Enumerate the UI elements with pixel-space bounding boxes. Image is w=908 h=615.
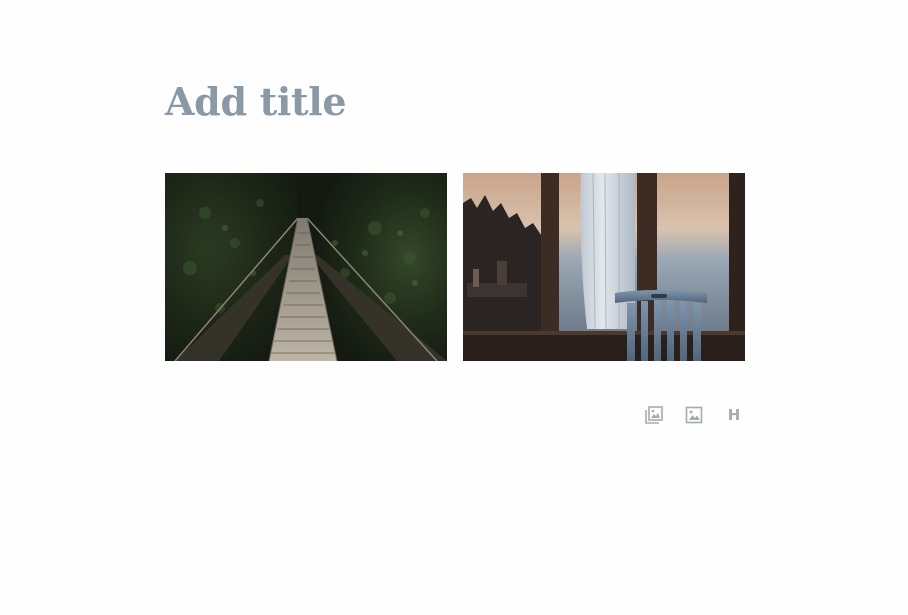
bridge-photo xyxy=(165,173,447,361)
gallery-icon xyxy=(645,406,663,424)
editor-canvas: Add title H xyxy=(0,0,908,615)
post-title-placeholder[interactable]: Add title xyxy=(165,78,347,126)
gallery-image-window[interactable] xyxy=(463,173,745,361)
image-icon xyxy=(685,406,703,424)
add-heading-button[interactable]: H xyxy=(720,402,748,428)
window-photo xyxy=(463,173,745,361)
heading-icon: H xyxy=(727,406,741,424)
add-image-button[interactable] xyxy=(680,402,708,428)
gallery-image-bridge[interactable] xyxy=(165,173,447,361)
add-gallery-button[interactable] xyxy=(640,402,668,428)
block-inserter-shortcuts: H xyxy=(640,402,748,428)
gallery-block[interactable] xyxy=(165,173,745,361)
